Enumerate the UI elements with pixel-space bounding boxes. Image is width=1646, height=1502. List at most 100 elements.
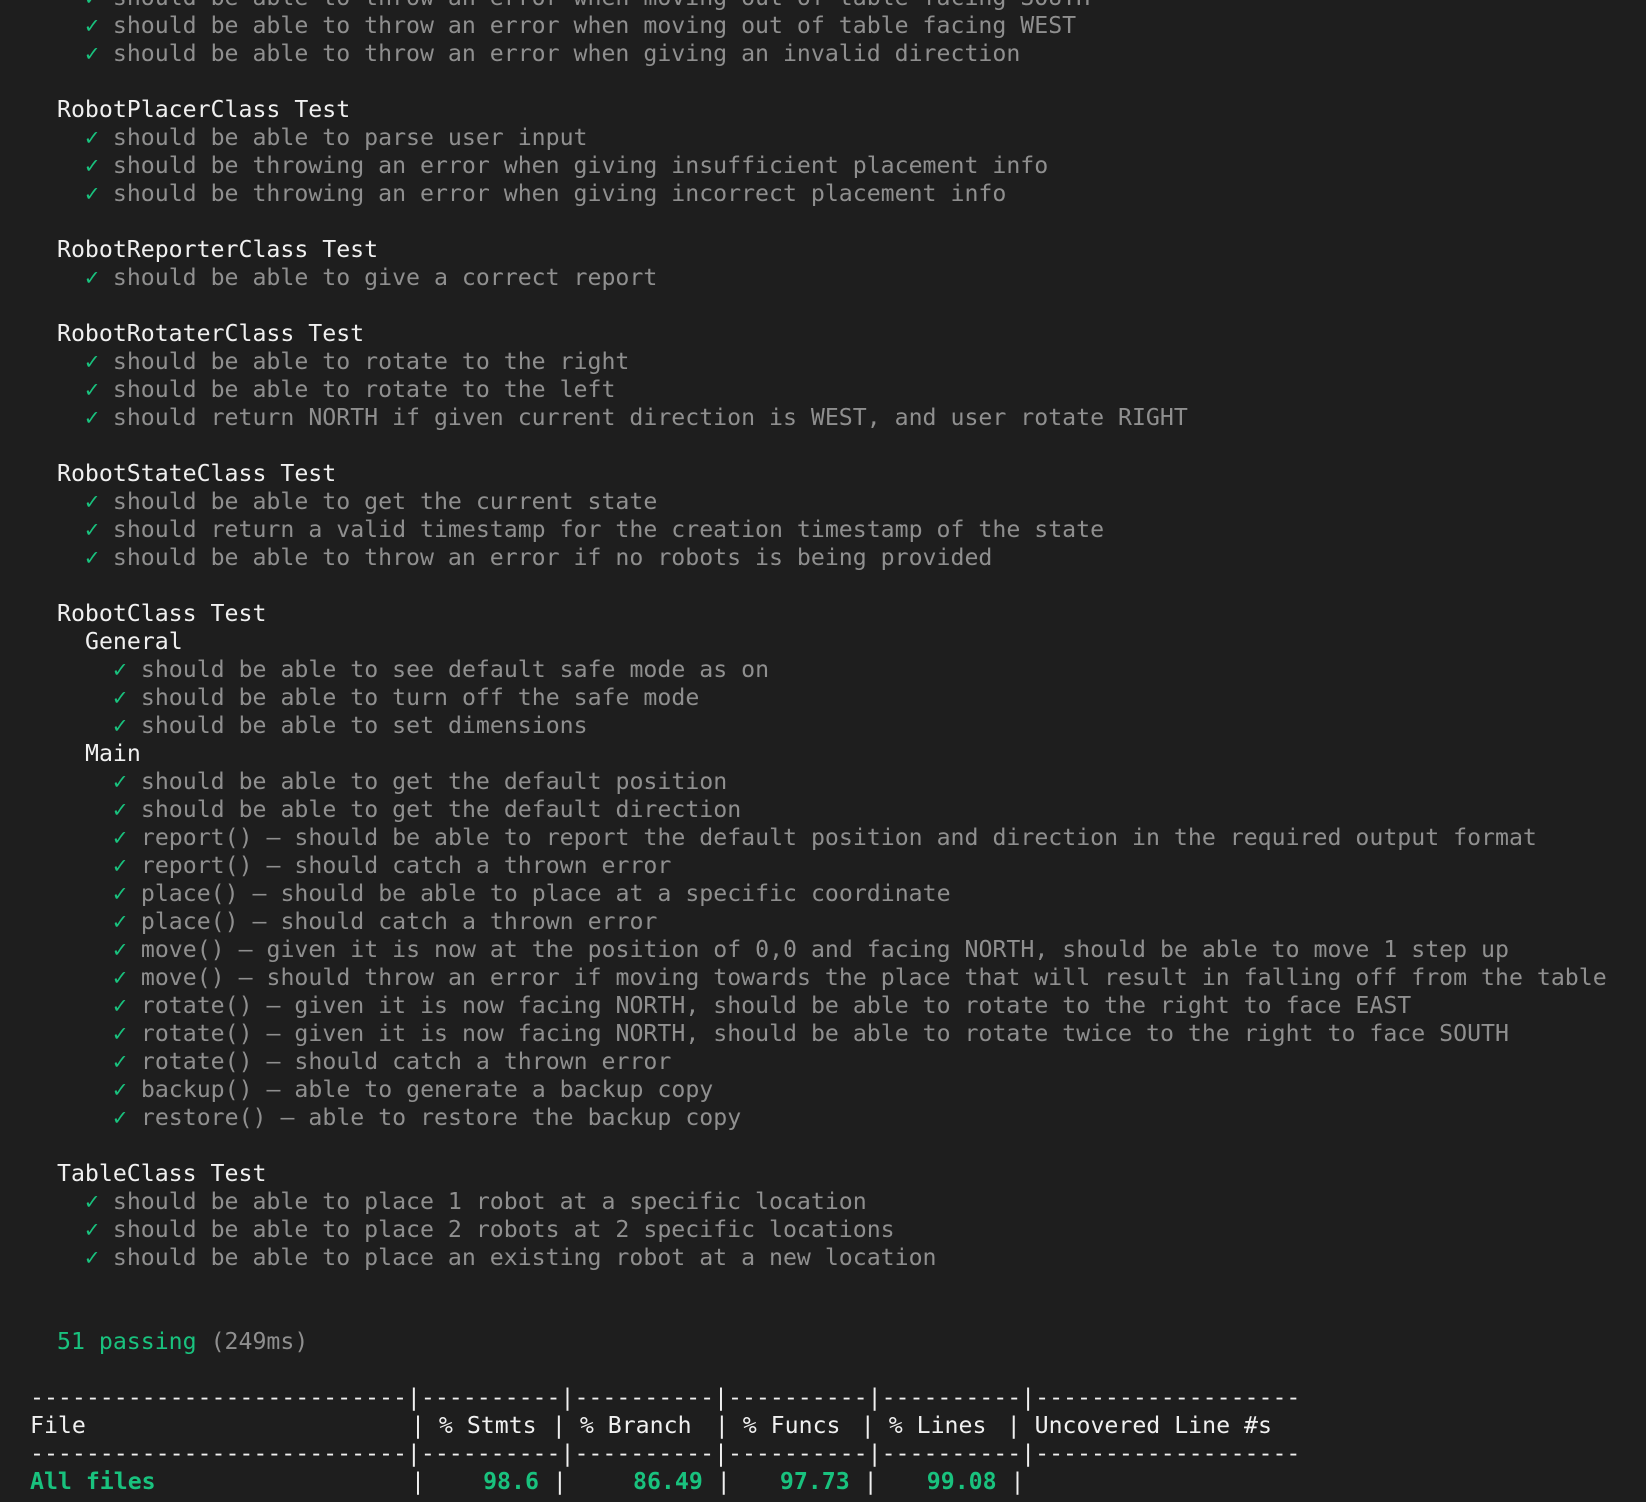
test-item: ✓should be able to throw an error when m…	[0, 0, 1646, 12]
check-icon: ✓	[113, 852, 127, 879]
test-item: ✓should be able to throw an error when m…	[85, 12, 1077, 39]
check-icon: ✓	[85, 180, 99, 207]
check-icon: ✓	[85, 152, 99, 179]
check-icon: ✓	[85, 348, 99, 375]
suite-title: RobotClass Test	[57, 600, 267, 627]
check-icon: ✓	[113, 992, 127, 1019]
test-item: ✓ should return NORTH if given current di…	[85, 404, 1188, 431]
test-item: ✓ should be able to throw an error if no …	[85, 544, 993, 571]
coverage-divider: ---------------------------|----------|-…	[30, 1384, 1301, 1411]
suite-title: RobotPlacerClass Test	[57, 96, 351, 123]
suite-robot-placer: RobotPlacerClass Test ✓ should be able to…	[0, 96, 1646, 208]
check-icon: ✓	[113, 684, 127, 711]
passing-count: 51 passing	[57, 1328, 197, 1355]
suite-robot: RobotClass Test General ✓ should be able …	[0, 600, 1646, 1132]
check-icon: ✓	[85, 516, 99, 543]
col-lines: % Lines	[888, 1412, 987, 1439]
terminal-output: ✓ should be able to throw an error when m…	[0, 0, 1646, 1496]
test-item: ✓ rotate() – should catch a thrown error	[113, 1048, 672, 1075]
suite-robot-reporter: RobotReporterClass Test ✓ should be able …	[0, 236, 1646, 292]
test-item: ✓ place() – should be able to place at a …	[113, 880, 951, 907]
test-item: ✓ should be able to throw an error when g…	[85, 40, 1021, 67]
check-icon: ✓	[113, 824, 127, 851]
test-item: ✓ should be able to rotate to the right	[85, 348, 630, 375]
coverage-all-files-row: All files | 98.6 | 86.49 | 97.73 | 99.08 …	[30, 1468, 1039, 1495]
all-files-stmts: 98.6	[483, 1468, 539, 1495]
test-item: ✓ should be able to give a correct report	[85, 264, 658, 291]
test-item: ✓ should return a valid timestamp for the…	[85, 516, 1105, 543]
check-icon: ✓	[113, 1076, 127, 1103]
check-icon: ✓	[113, 936, 127, 963]
check-icon: ✓	[113, 908, 127, 935]
test-item: ✓ should be able to turn off the safe mod…	[113, 684, 700, 711]
test-item: ✓ should be able to rotate to the left	[85, 376, 616, 403]
test-item: ✓ should be able to get the default direc…	[113, 796, 742, 823]
test-item: ✓ should be able to see default safe mode…	[113, 656, 770, 683]
check-icon: ✓	[113, 1048, 127, 1075]
test-item: ✓ move() – given it is now at the positio…	[113, 936, 1509, 963]
test-item: ✓ place() – should catch a thrown error	[113, 908, 658, 935]
coverage-table: ---------------------------|----------|-…	[0, 1384, 1646, 1496]
check-icon: ✓	[113, 1104, 127, 1131]
suite-title: RobotReporterClass Test	[57, 236, 379, 263]
check-icon: ✓	[113, 768, 127, 795]
test-item: ✓ should be able to place 1 robot at a sp…	[85, 1188, 867, 1215]
suite-title: RobotStateClass Test	[57, 460, 337, 487]
check-icon: ✓	[85, 0, 99, 11]
col-file: File	[30, 1412, 86, 1439]
all-files-branch: 86.49	[633, 1468, 703, 1495]
suite-title: TableClass Test	[57, 1160, 267, 1187]
test-item: ✓ should be throwing an error when giving…	[85, 152, 1049, 179]
subsuite-title: Main	[85, 740, 141, 767]
all-files-funcs: 97.73	[779, 1468, 850, 1495]
test-item: ✓ rotate() – given it is now facing NORTH…	[113, 1020, 1509, 1047]
check-icon: ✓	[85, 544, 99, 571]
test-item: ✓ should be throwing an error when giving…	[85, 180, 1007, 207]
test-item: ✓ move() – should throw an error if movin…	[113, 964, 1607, 991]
test-summary: 51 passing (249ms)	[0, 1328, 1646, 1356]
all-files-label: All files	[30, 1468, 156, 1495]
coverage-divider: ---------------------------|----------|-…	[30, 1440, 1301, 1467]
coverage-header-row: File | % Stmts | % Branch | % Funcs | % Line…	[30, 1412, 1272, 1439]
check-icon: ✓	[85, 264, 99, 291]
check-icon: ✓	[113, 712, 127, 739]
test-item: ✓ backup() – able to generate a backup co…	[113, 1076, 714, 1103]
all-files-lines: 99.08	[926, 1468, 997, 1495]
test-item: ✓ rotate() – given it is now facing NORTH…	[113, 992, 1412, 1019]
check-icon: ✓	[85, 488, 99, 515]
col-uncovered: Uncovered Line #s	[1034, 1412, 1272, 1439]
check-icon: ✓	[85, 1216, 99, 1243]
suite-robot-rotater: RobotRotaterClass Test ✓ should be able t…	[0, 320, 1646, 432]
check-icon: ✓	[113, 656, 127, 683]
test-item: ✓ report() – should be able to report the…	[113, 824, 1537, 851]
suite-robot-state: RobotStateClass Test ✓ should be able to …	[0, 460, 1646, 572]
col-stmts: % Stmts	[438, 1412, 537, 1439]
test-item: ✓ should be able to get the current state	[85, 488, 658, 515]
suite-table: TableClass Test ✓ should be able to place…	[0, 1160, 1646, 1272]
check-icon: ✓	[113, 880, 127, 907]
check-icon: ✓	[85, 376, 99, 403]
col-branch: % Branch	[579, 1412, 692, 1439]
check-icon: ✓	[85, 40, 99, 67]
check-icon: ✓	[85, 404, 99, 431]
check-icon: ✓	[113, 796, 127, 823]
test-item: ✓ should be able to parse user input	[85, 124, 588, 151]
subsuite-title: General	[85, 628, 183, 655]
check-icon: ✓	[85, 12, 99, 39]
suite-title: RobotRotaterClass Test	[57, 320, 365, 347]
test-duration: (249ms)	[210, 1328, 309, 1355]
test-item: ✓ restore() – able to restore the backup …	[113, 1104, 742, 1131]
test-item: ✓ report() – should catch a thrown error	[113, 852, 672, 879]
check-icon: ✓	[85, 1188, 99, 1215]
test-item: ✓ should be able to get the default posit…	[113, 768, 728, 795]
check-icon: ✓	[113, 964, 127, 991]
test-group-top: ✓ should be able to throw an error when m…	[0, 0, 1646, 68]
